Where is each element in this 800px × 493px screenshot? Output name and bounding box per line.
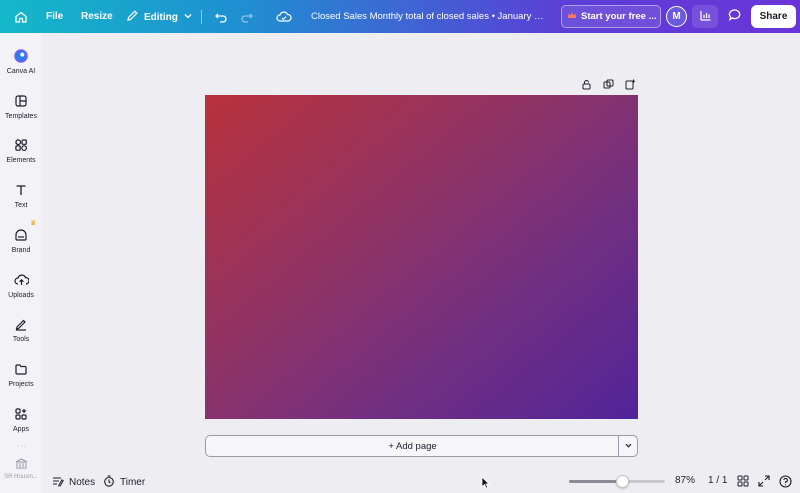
left-sidebar: Canva AI Templates Elements Text Brand ♛… <box>0 33 42 493</box>
home-icon[interactable] <box>12 8 30 26</box>
lock-icon[interactable] <box>579 77 593 91</box>
comment-button[interactable] <box>722 5 748 28</box>
timer-label: Timer <box>120 477 146 488</box>
add-page-options-button[interactable] <box>618 435 638 457</box>
duplicate-page-icon[interactable] <box>601 77 615 91</box>
top-toolbar: File Resize Editing Closed Sales Monthly… <box>0 0 800 33</box>
sidebar-item-templates[interactable]: Templates <box>0 93 42 120</box>
document-title[interactable]: Closed Sales Monthly total of closed sal… <box>311 11 547 22</box>
start-trial-label: Start your free ... <box>581 11 657 22</box>
sidebar-item-label: SR Housin... <box>4 474 38 480</box>
timer-button[interactable]: Timer <box>103 475 145 490</box>
sidebar-item-label: Templates <box>5 113 37 120</box>
sidebar-item-label: Canva AI <box>6 68 36 75</box>
sidebar-item-apps[interactable]: Apps <box>0 406 42 433</box>
sidebar-item-tools[interactable]: Tools <box>0 316 42 343</box>
apps-icon <box>13 406 29 422</box>
templates-icon <box>13 93 29 109</box>
timer-icon <box>103 475 115 490</box>
notes-icon <box>52 475 64 490</box>
start-trial-button[interactable]: Start your free ... <box>561 5 661 28</box>
sidebar-item-label: Tools <box>12 336 30 343</box>
zoom-level[interactable]: 87% <box>675 475 695 486</box>
resize-menu[interactable]: Resize <box>81 11 113 22</box>
premium-crown-icon: ♛ <box>30 220 37 227</box>
file-menu[interactable]: File <box>46 11 63 22</box>
sidebar-item-label: Elements <box>6 157 36 164</box>
sidebar-item-elements[interactable]: Elements <box>0 137 42 164</box>
avatar[interactable]: M <box>666 6 687 27</box>
undo-icon[interactable] <box>212 8 230 26</box>
zoom-slider[interactable] <box>569 475 665 488</box>
sidebar-item-brand-kit[interactable]: SR Housin... <box>0 458 42 480</box>
grid-view-icon[interactable] <box>737 475 749 487</box>
sidebar-item-label: Text <box>14 202 28 209</box>
more-dots-icon: ··· <box>17 443 27 450</box>
help-icon[interactable] <box>779 475 792 488</box>
chevron-down-icon <box>183 11 193 24</box>
crown-icon <box>567 11 577 23</box>
sidebar-item-label: Brand <box>11 247 31 254</box>
bar-chart-icon <box>699 9 712 25</box>
sidebar-item-projects[interactable]: Projects <box>0 361 42 388</box>
page-counter[interactable]: 1 / 1 <box>708 475 727 486</box>
zoom-slider-handle[interactable] <box>615 475 629 488</box>
sidebar-item-brand[interactable]: Brand <box>0 227 42 254</box>
redo-icon[interactable] <box>238 8 256 26</box>
comment-icon <box>728 8 742 25</box>
tools-icon <box>13 316 29 332</box>
chevron-down-icon <box>624 437 633 455</box>
projects-icon <box>13 361 29 377</box>
notes-label: Notes <box>69 477 96 488</box>
elements-icon <box>13 137 29 153</box>
sidebar-item-text[interactable]: Text <box>0 182 42 209</box>
text-icon <box>13 182 29 198</box>
add-page-icon[interactable] <box>623 77 637 91</box>
add-page-button[interactable]: + Add page <box>205 435 619 457</box>
sidebar-item-label: Uploads <box>8 292 34 299</box>
notes-button[interactable]: Notes <box>52 475 95 490</box>
toolbar-divider <box>201 10 202 24</box>
mouse-cursor-icon <box>481 476 490 493</box>
bank-icon <box>15 458 28 471</box>
zoom-slider-fill <box>569 480 622 483</box>
sidebar-item-uploads[interactable]: Uploads <box>0 272 42 299</box>
sidebar-item-label: Apps <box>13 426 29 433</box>
pencil-icon <box>126 9 139 25</box>
editing-mode-dropdown[interactable]: Editing <box>126 8 193 26</box>
sidebar-item-canva-ai[interactable]: Canva AI <box>0 48 42 75</box>
fullscreen-icon[interactable] <box>758 475 770 487</box>
insights-button[interactable] <box>692 5 718 28</box>
cloud-saved-icon[interactable] <box>275 8 293 26</box>
canva-ai-icon <box>13 48 29 64</box>
brand-icon <box>13 227 29 243</box>
share-button[interactable]: Share <box>751 5 796 28</box>
editing-label: Editing <box>144 11 178 23</box>
sidebar-item-label: Projects <box>8 381 34 388</box>
design-canvas[interactable] <box>205 95 638 419</box>
uploads-icon <box>13 272 29 288</box>
